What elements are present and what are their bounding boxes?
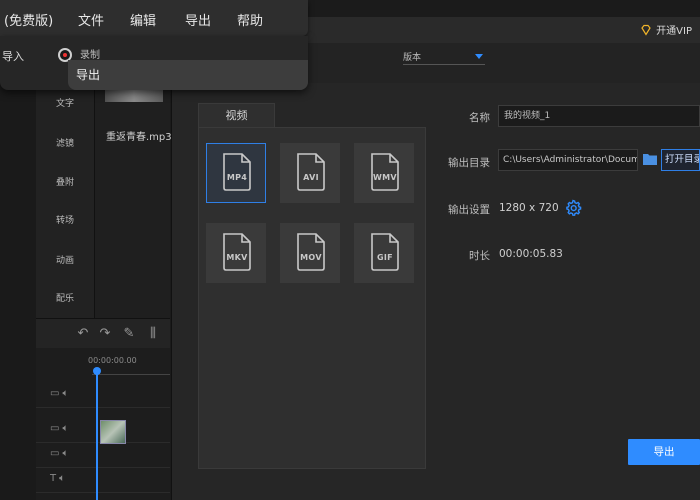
format-label: MOV [300, 253, 322, 262]
timeline-toolbar: ↶ ↷ ✎ ⫼ [36, 318, 170, 349]
track-text: T 🔈︎ [36, 470, 170, 493]
playhead[interactable] [96, 370, 98, 500]
sidebar-item-overlay[interactable]: 叠附 [36, 175, 94, 188]
menu-edit[interactable]: 编辑 [130, 10, 156, 29]
playhead-handle[interactable] [93, 367, 101, 375]
timeline-timecode: 00:00:00.00 [88, 356, 137, 365]
timeline-clip[interactable] [100, 420, 126, 444]
open-dir-button[interactable]: 打开目录 [661, 149, 700, 171]
sidebar-item-music[interactable]: 配乐 [36, 291, 94, 304]
duration-label: 时长 [469, 250, 490, 262]
split-icon[interactable]: ⫼ [146, 327, 160, 341]
format-wmv[interactable]: WMV [354, 143, 414, 203]
undo-icon[interactable]: ↶ [76, 327, 90, 341]
export-button[interactable]: 导出 [628, 439, 700, 465]
import-button[interactable]: 导入 [2, 48, 24, 64]
format-label: MKV [226, 253, 248, 262]
file-icon [223, 153, 251, 191]
menu-help[interactable]: 帮助 [237, 10, 263, 29]
gear-icon[interactable] [564, 199, 582, 217]
duration-value: 00:00:05.83 [499, 248, 563, 260]
dropdown-item-export[interactable]: 导出 [68, 60, 308, 90]
sidebar: 文字 滤镜 叠附 转场 动画 配乐 [36, 83, 95, 318]
track-audio: ▭ 🔈︎ [36, 445, 170, 468]
format-mp4[interactable]: MP4 [206, 143, 266, 203]
name-label: 名称 [469, 112, 490, 124]
format-mkv[interactable]: MKV [206, 223, 266, 283]
vip-label: 开通VIP [656, 26, 692, 37]
file-icon [297, 233, 325, 271]
file-icon [297, 153, 325, 191]
sidebar-item-transition[interactable]: 转场 [36, 213, 94, 226]
output-dir-input[interactable]: C:\Users\Administrator\Documents [498, 149, 638, 171]
media-library [95, 83, 170, 318]
format-mov[interactable]: MOV [280, 223, 340, 283]
file-icon [371, 153, 399, 191]
format-avi[interactable]: AVI [280, 143, 340, 203]
output-dir-label: 输出目录 [448, 157, 490, 169]
app-mode-label: (免费版) [4, 14, 54, 29]
sidebar-item-animation[interactable]: 动画 [36, 253, 94, 266]
chevron-down-icon[interactable] [475, 54, 483, 59]
menu-bar: (免费版) 文件 编辑 导出 帮助 [0, 0, 308, 36]
text-track-icon: T [50, 473, 57, 484]
format-label: MP4 [226, 173, 248, 182]
record-label[interactable]: 录制 [80, 46, 100, 61]
name-input[interactable]: 我的视频_1 [498, 105, 700, 127]
redo-icon[interactable]: ↷ [98, 327, 112, 341]
file-icon [371, 233, 399, 271]
format-gif[interactable]: GIF [354, 223, 414, 283]
folder-icon[interactable] [642, 152, 658, 166]
speaker-icon[interactable]: 🔈︎ [59, 473, 65, 484]
track-video: ▭ 🔈︎ [36, 385, 170, 408]
edit-icon[interactable]: ✎ [122, 327, 136, 341]
output-settings-label: 输出设置 [448, 204, 490, 216]
sidebar-item-filter[interactable]: 滤镜 [36, 136, 94, 149]
timeline-ruler[interactable] [92, 368, 170, 375]
diamond-icon [641, 24, 651, 36]
media-file-name[interactable]: 重返青春.mp3 [106, 128, 172, 143]
speaker-icon[interactable]: 🔈︎ [62, 448, 68, 459]
tab-video[interactable]: 视频 [198, 103, 275, 128]
format-panel: MP4 AVI WMV MKV MOV GIF [198, 127, 426, 469]
format-label: AVI [303, 173, 319, 182]
format-label: WMV [373, 173, 397, 182]
sidebar-item-text[interactable]: 文字 [36, 96, 94, 109]
film-icon: ▭ [50, 388, 60, 399]
resolution-value: 1280 x 720 [499, 202, 559, 214]
speaker-icon[interactable]: 🔈︎ [62, 388, 68, 399]
file-icon [223, 233, 251, 271]
vip-button[interactable]: 开通VIP [640, 22, 692, 37]
format-label: GIF [377, 253, 393, 262]
menu-export[interactable]: 导出 [185, 10, 211, 29]
film-icon: ▭ [50, 423, 60, 434]
film-icon: ▭ [50, 448, 60, 459]
menu-file[interactable]: 文件 [78, 10, 104, 29]
top-select[interactable]: 版本 [403, 50, 485, 65]
speaker-icon[interactable]: 🔈︎ [62, 423, 68, 434]
left-strip [0, 83, 36, 500]
